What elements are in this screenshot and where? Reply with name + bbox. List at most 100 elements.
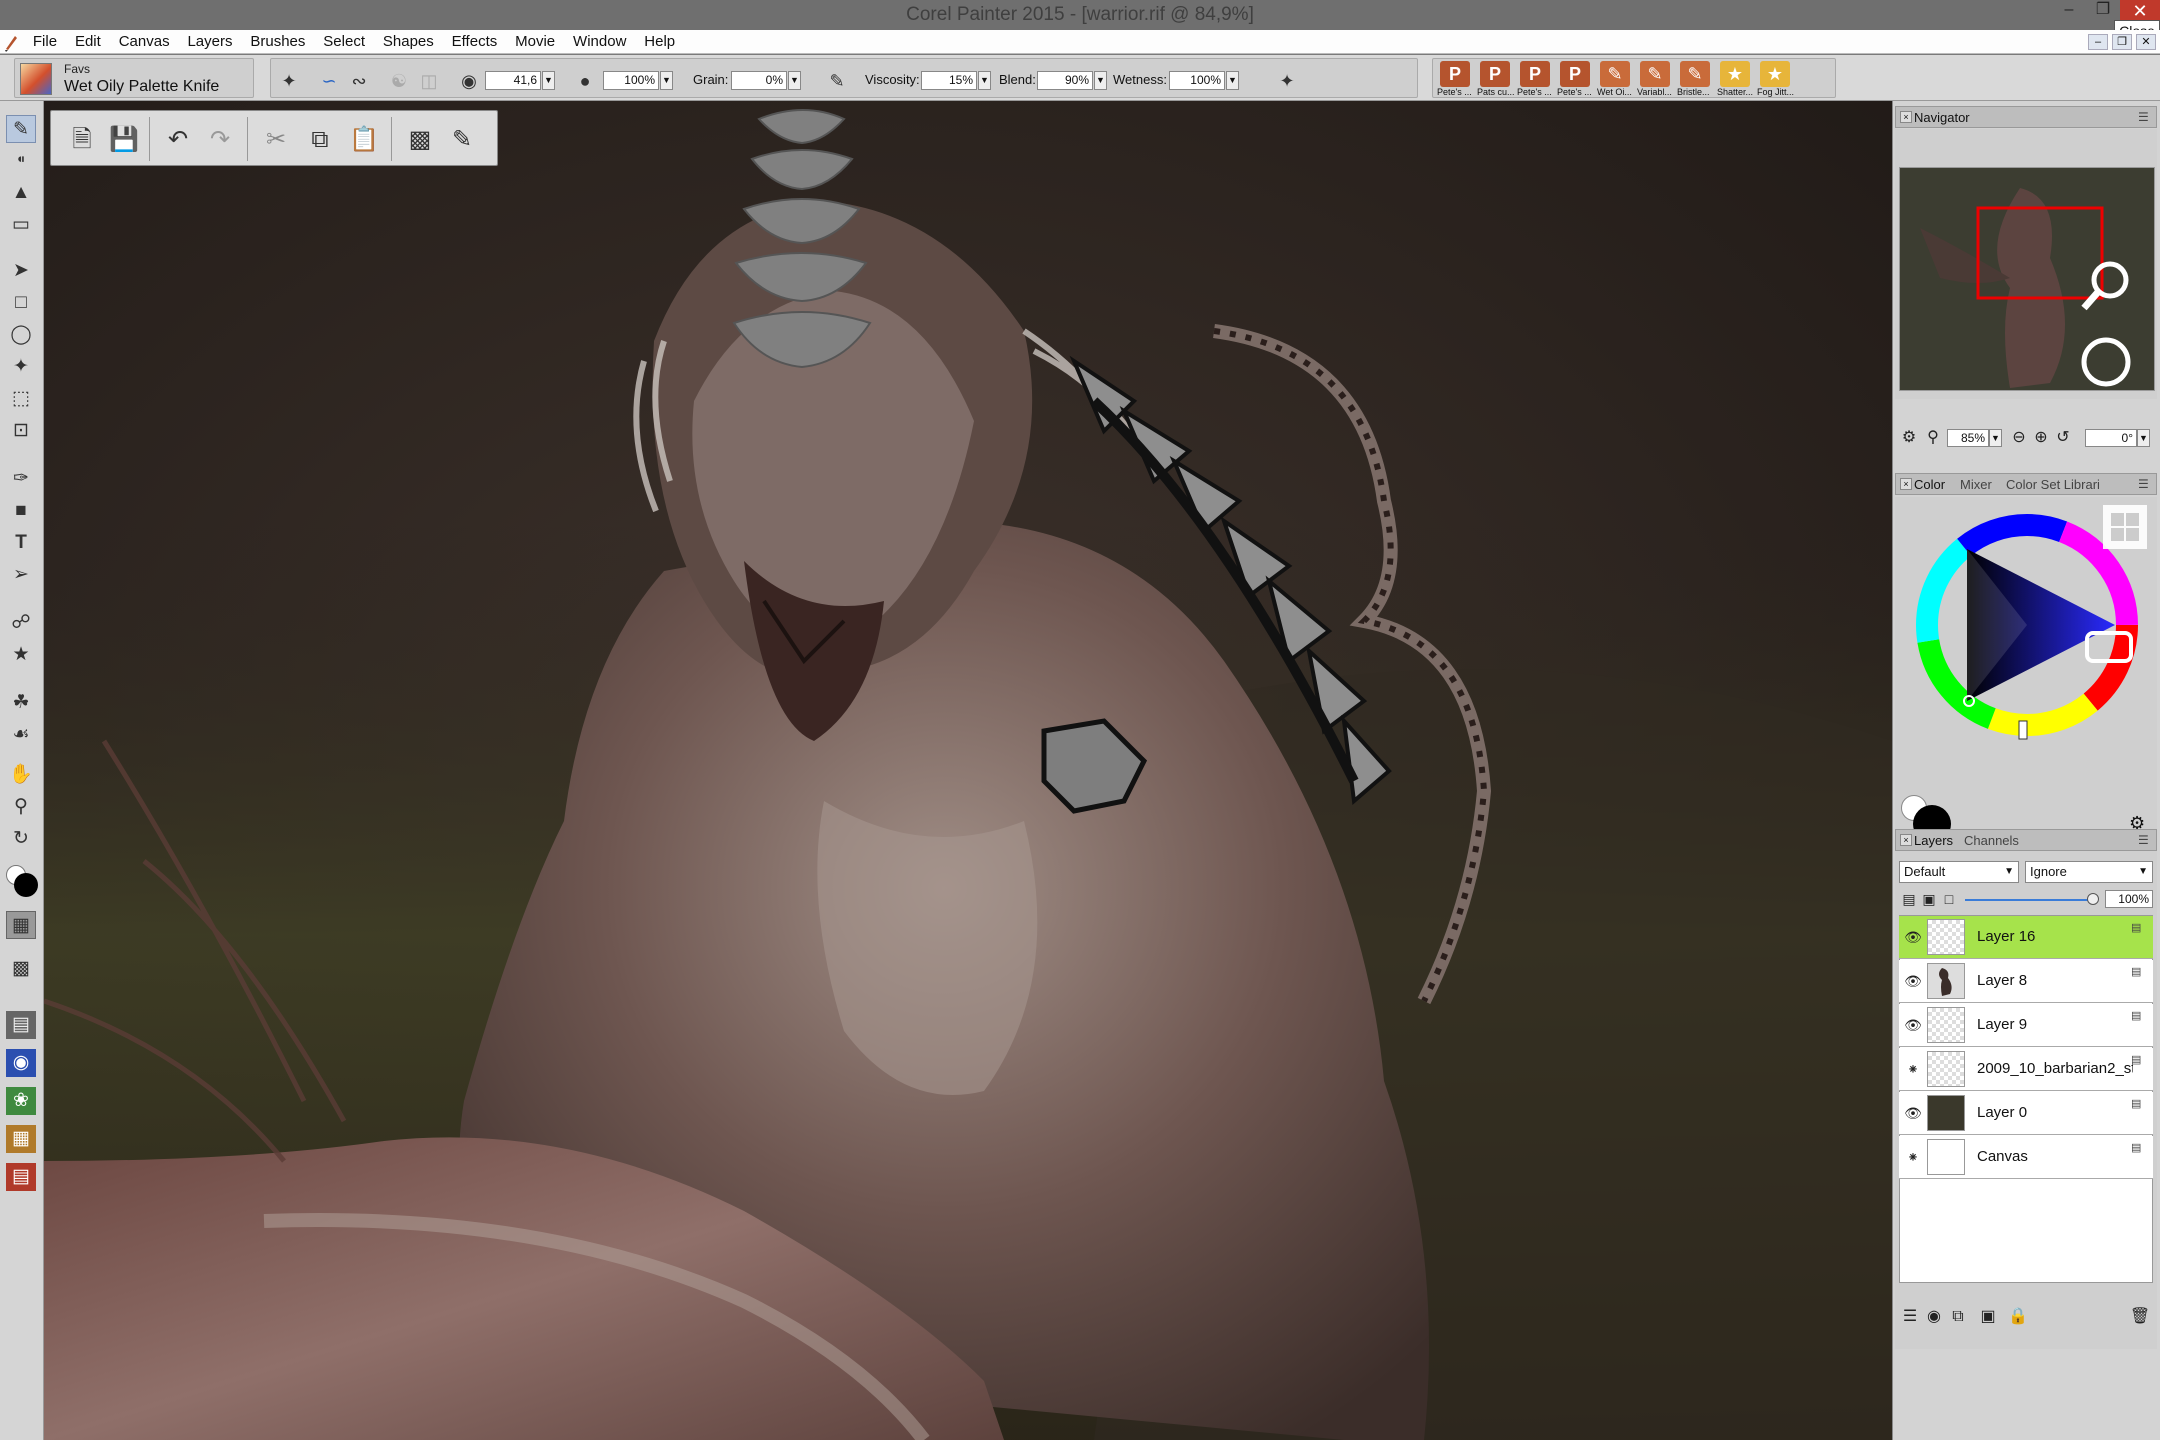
viscosity-field[interactable]: 15%: [921, 71, 977, 90]
brush-thumb[interactable]: P Pats cu...: [1477, 61, 1515, 97]
navigator-settings-icon[interactable]: ⚙: [1899, 428, 1919, 448]
lock-layer-icon[interactable]: □: [1939, 889, 1959, 909]
tab-mixer[interactable]: Mixer: [1950, 476, 1992, 494]
paste-icon[interactable]: 📋: [349, 125, 379, 155]
zoom-out-icon[interactable]: ⊖: [2009, 428, 2029, 448]
lasso-tool-icon[interactable]: ◯: [6, 321, 36, 349]
hidden-eye-icon[interactable]: ⁕: [1903, 1148, 1923, 1166]
new-document-icon[interactable]: 🗎: [67, 125, 97, 155]
delete-layer-icon[interactable]: 🗑: [2129, 1306, 2151, 1328]
brush-thumb[interactable]: P Pete's ...: [1557, 61, 1593, 97]
doc-minimize-button[interactable]: –: [2088, 34, 2108, 50]
brush-thumb[interactable]: P Pete's ...: [1517, 61, 1553, 97]
rectangle-shape-tool-icon[interactable]: ■: [6, 497, 36, 525]
look-selector-icon[interactable]: ▦: [6, 1125, 36, 1153]
layer-row[interactable]: ⁕ 2009_10_barbarian2_sti ▤: [1899, 1048, 2153, 1091]
menu-effects[interactable]: Effects: [445, 30, 505, 54]
dropper-icon[interactable]: ✎: [825, 69, 849, 93]
main-color-swatch[interactable]: [14, 873, 38, 897]
brush-controls-icon[interactable]: ✦: [1275, 69, 1299, 93]
doc-restore-button[interactable]: ❐: [2112, 34, 2132, 50]
blend-field[interactable]: 90%: [1037, 71, 1093, 90]
tracing-paper-icon[interactable]: ▩: [405, 125, 435, 155]
layer-commands-icon[interactable]: ☰: [1899, 1306, 1921, 1328]
burn-tool-icon[interactable]: ☙: [6, 721, 36, 749]
zoom-in-icon[interactable]: ⊕: [2031, 428, 2051, 448]
grain-dropdown[interactable]: ▼: [788, 71, 801, 90]
size-dropdown[interactable]: ▼: [542, 71, 555, 90]
tab-color[interactable]: Color: [1896, 476, 1945, 494]
restore-button[interactable]: ❐: [2086, 0, 2120, 22]
menu-movie[interactable]: Movie: [508, 30, 562, 54]
rotate-page-tool-icon[interactable]: ↻: [6, 825, 36, 853]
tab-color-set-libraries[interactable]: Color Set Librari: [1996, 476, 2100, 494]
redo-icon[interactable]: ↷: [205, 125, 235, 155]
grain-field[interactable]: 0%: [731, 71, 787, 90]
zoom-field[interactable]: 85%: [1947, 429, 1989, 447]
magic-wand-tool-icon[interactable]: ✦: [6, 353, 36, 381]
save-icon[interactable]: 💾: [109, 125, 139, 155]
rotate-icon[interactable]: ↺: [2053, 428, 2073, 448]
clone-icon[interactable]: ☯: [387, 69, 411, 93]
layer-mask-icon[interactable]: ▣: [1977, 1306, 1999, 1328]
rotation-field[interactable]: 0°: [2085, 429, 2137, 447]
copy-icon[interactable]: ⧉: [305, 125, 335, 155]
mirror-icon[interactable]: ◫: [417, 69, 441, 93]
paint-bucket-tool-icon[interactable]: ▲: [6, 179, 36, 207]
visibility-eye-icon[interactable]: 👁: [1903, 1104, 1923, 1122]
dodge-tool-icon[interactable]: ☘: [6, 689, 36, 717]
brush-thumb[interactable]: ★ Fog Jitt...: [1757, 61, 1794, 97]
layer-row[interactable]: 👁 Layer 0 ▤: [1899, 1092, 2153, 1135]
layer-row[interactable]: 👁 Layer 16 ▤: [1899, 916, 2153, 959]
composite-depth-select[interactable]: Ignore ▼: [2025, 861, 2153, 883]
layer-row[interactable]: 👁 Layer 8 ▤: [1899, 960, 2153, 1003]
layer-opacity-knob[interactable]: [2087, 893, 2099, 905]
brush-thumb[interactable]: ✎ Wet Oi...: [1597, 61, 1633, 97]
rectangular-selection-tool-icon[interactable]: □: [6, 289, 36, 317]
layer-row[interactable]: ⁕ Canvas ▤: [1899, 1136, 2153, 1179]
pattern-selector-icon[interactable]: ▤: [6, 1011, 36, 1039]
panel-menu-icon[interactable]: ☰: [2138, 477, 2152, 491]
menu-brushes[interactable]: Brushes: [243, 30, 312, 54]
nozzle-selector-icon[interactable]: ❀: [6, 1087, 36, 1115]
reset-tool-icon[interactable]: ✦: [277, 69, 301, 93]
wetness-field[interactable]: 100%: [1169, 71, 1225, 90]
lock-icon[interactable]: 🔒: [2007, 1306, 2029, 1328]
shape-selection-tool-icon[interactable]: ➢: [6, 561, 36, 589]
menu-edit[interactable]: Edit: [68, 30, 108, 54]
menu-canvas[interactable]: Canvas: [112, 30, 177, 54]
brush-selector[interactable]: Favs Wet Oily Palette Knife: [14, 58, 254, 98]
hidden-eye-icon[interactable]: ⁕: [1903, 1060, 1923, 1078]
panel-menu-icon[interactable]: ☰: [2138, 833, 2152, 847]
menu-layers[interactable]: Layers: [180, 30, 239, 54]
viscosity-dropdown[interactable]: ▼: [978, 71, 991, 90]
wetness-dropdown[interactable]: ▼: [1226, 71, 1239, 90]
selection-adjuster-tool-icon[interactable]: ⬚: [6, 385, 36, 413]
opacity-field[interactable]: 100%: [603, 71, 659, 90]
gradient-selector-icon[interactable]: ◉: [6, 1049, 36, 1077]
crop-tool-icon[interactable]: ⊡: [6, 417, 36, 445]
rotation-dropdown[interactable]: ▼: [2137, 429, 2150, 447]
tab-channels[interactable]: Channels: [1954, 832, 2019, 850]
menu-window[interactable]: Window: [566, 30, 633, 54]
dropper-tool-icon[interactable]: ⁌: [6, 147, 36, 175]
cloner-tool-icon[interactable]: ☍: [6, 609, 36, 637]
navigator-thumbnail[interactable]: [1899, 167, 2155, 391]
panel-menu-icon[interactable]: ☰: [2138, 110, 2152, 124]
pick-up-underlying-color-icon[interactable]: ▣: [1919, 889, 1939, 909]
brush-thumb[interactable]: ✎ Bristle...: [1677, 61, 1713, 97]
color-wheel[interactable]: [1907, 505, 2147, 745]
zoom-dropdown[interactable]: ▼: [1989, 429, 2002, 447]
text-tool-icon[interactable]: T: [6, 529, 36, 557]
visibility-eye-icon[interactable]: 👁: [1903, 928, 1923, 946]
visibility-eye-icon[interactable]: 👁: [1903, 972, 1923, 990]
rubber-stamp-tool-icon[interactable]: ★: [6, 641, 36, 669]
menu-help[interactable]: Help: [637, 30, 682, 54]
painting-canvas[interactable]: [44, 101, 1892, 1440]
pen-tool-icon[interactable]: ✑: [6, 465, 36, 493]
menu-shapes[interactable]: Shapes: [376, 30, 441, 54]
blend-dropdown[interactable]: ▼: [1094, 71, 1107, 90]
color-swatches[interactable]: [6, 865, 38, 897]
layer-adjuster-tool-icon[interactable]: ➤: [6, 257, 36, 285]
tab-navigator[interactable]: Navigator: [1896, 109, 1970, 127]
